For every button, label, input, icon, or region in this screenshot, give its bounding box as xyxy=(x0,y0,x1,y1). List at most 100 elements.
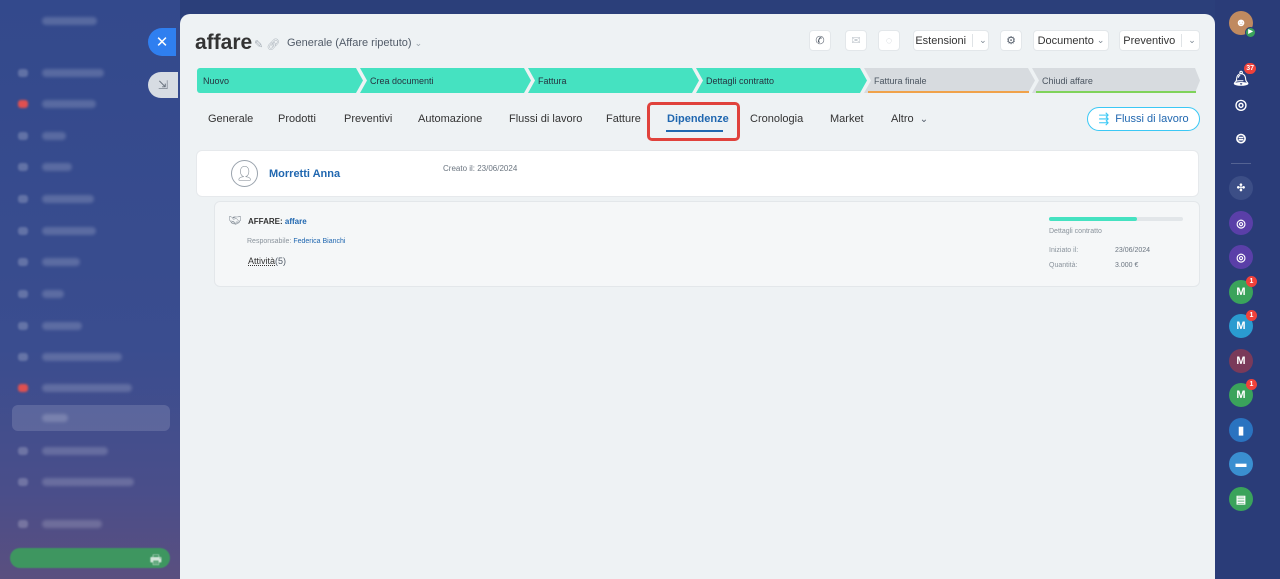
activities-link[interactable]: Attività xyxy=(248,256,275,266)
unread-badge: 1 xyxy=(1246,379,1257,390)
unread-badge: 1 xyxy=(1246,310,1257,321)
sidebar-item[interactable] xyxy=(42,69,104,77)
pipeline-label: Generale (Affare ripetuto) xyxy=(287,37,412,49)
chat-avatar[interactable]: M1 xyxy=(1229,310,1257,338)
sidebar-icon xyxy=(18,69,28,77)
tab-cronologia[interactable]: Cronologia xyxy=(750,113,803,125)
sidebar-item[interactable] xyxy=(42,520,102,528)
sidebar-item[interactable] xyxy=(42,478,134,486)
pipeline-selector[interactable]: Generale (Affare ripetuto) ⌄ xyxy=(287,37,422,49)
sidebar-item[interactable] xyxy=(42,322,82,330)
edit-icon[interactable]: ✎ xyxy=(254,39,263,51)
sidebar-item-active[interactable] xyxy=(12,405,170,431)
tab-market[interactable]: Market xyxy=(830,113,864,125)
notifications-button[interactable]: 🔔︎ 37 xyxy=(1229,63,1256,90)
sidebar-logo xyxy=(42,17,97,25)
document-button[interactable]: Documento ⌄ xyxy=(1033,30,1109,51)
tab-altro[interactable]: Altro ⌄ xyxy=(891,113,928,125)
sidebar-icon xyxy=(18,447,28,455)
deal-panel: affare ✎ 🔗︎ Generale (Affare ripetuto) ⌄… xyxy=(180,14,1215,579)
channel-avatar[interactable]: ◎ xyxy=(1229,245,1253,269)
stage-nuovo[interactable]: Nuovo xyxy=(197,68,363,93)
chevron-down-icon: ⌄ xyxy=(1096,35,1105,45)
sidebar-status-pill[interactable]: 🖶 xyxy=(10,548,170,568)
copilot-button[interactable]: ◎ xyxy=(1229,92,1253,116)
sidebar-item[interactable] xyxy=(42,353,122,361)
sidebar-item[interactable] xyxy=(42,195,94,203)
channel-avatar[interactable]: ◎ xyxy=(1229,211,1253,235)
quote-button[interactable]: Preventivo ⌄ xyxy=(1119,30,1200,51)
close-button[interactable]: ✕ xyxy=(148,28,176,56)
tab-prodotti[interactable]: Prodotti xyxy=(278,113,316,125)
messages-button[interactable]: ▬ xyxy=(1229,452,1253,476)
responsible-link[interactable]: Federica Bianchi xyxy=(293,238,345,245)
sidebar-item[interactable] xyxy=(42,132,66,140)
chat-avatar-letter: M xyxy=(1236,320,1246,332)
chevron-down-icon: ⌄ xyxy=(414,38,423,48)
sidebar-icon xyxy=(18,227,28,235)
stage-label: Fattura xyxy=(538,75,567,86)
sidebar-item[interactable] xyxy=(42,163,72,171)
stage-crea-documenti[interactable]: Crea documenti xyxy=(360,68,531,93)
responsible-label: Responsabile: xyxy=(247,238,292,245)
copilot-icon: ◎ xyxy=(1236,217,1246,230)
related-deal-title: AFFARE: affare xyxy=(248,217,307,226)
email-button[interactable]: ✉ xyxy=(845,30,867,51)
activities-count: (5) xyxy=(275,256,287,266)
stage-fattura-finale[interactable]: Fattura finale xyxy=(864,68,1035,93)
call-button[interactable]: ✆ xyxy=(809,30,831,51)
sidebar-item[interactable] xyxy=(42,258,80,266)
tab-flussi-di-lavoro[interactable]: Flussi di lavoro xyxy=(509,113,582,125)
chat-avatar[interactable]: M xyxy=(1229,349,1253,373)
workflows-button[interactable]: ⇶ Flussi di lavoro xyxy=(1087,107,1200,131)
settings-button[interactable]: ⚙ xyxy=(1000,30,1022,51)
stage-dettagli-contratto[interactable]: Dettagli contratto xyxy=(696,68,867,93)
tab-generale[interactable]: Generale xyxy=(208,113,253,125)
page-title: affare xyxy=(195,31,253,54)
chat-icon: ◌ xyxy=(885,34,893,47)
stage-chiudi-affare[interactable]: Chiudi affare xyxy=(1032,68,1200,93)
stage-label: Dettagli contratto xyxy=(706,75,775,86)
sidebar-item[interactable] xyxy=(42,100,96,108)
sidebar-item[interactable] xyxy=(42,384,132,392)
deal-link[interactable]: affare xyxy=(285,217,307,226)
sidebar-icon xyxy=(18,520,28,528)
sidebar-item[interactable] xyxy=(42,290,64,298)
sidebar-item[interactable] xyxy=(42,227,96,235)
tab-preventivi[interactable]: Preventivi xyxy=(344,113,392,125)
search-chats-button[interactable]: ⊜ xyxy=(1229,126,1253,150)
chat-avatar-letter: M xyxy=(1236,355,1246,367)
play-icon: ▶ xyxy=(1245,27,1256,38)
chat-button[interactable]: ◌ xyxy=(878,30,900,51)
group-avatar[interactable]: ✣ xyxy=(1229,176,1253,200)
link-icon[interactable]: 🔗︎ xyxy=(266,39,280,51)
notes-button[interactable]: ▤ xyxy=(1229,487,1253,511)
created-date: Creato il: 23/06/2024 xyxy=(443,164,518,173)
sidebar-icon xyxy=(18,132,28,140)
close-icon: ✕ xyxy=(155,34,169,51)
sidebar-item xyxy=(42,414,68,422)
activities-line[interactable]: Attività(5) xyxy=(248,256,286,266)
chat-avatar[interactable]: M1 xyxy=(1229,379,1257,407)
sidebar-icon xyxy=(18,353,28,361)
bookmarks-button[interactable]: ▮ xyxy=(1229,418,1253,442)
note-icon: ▤ xyxy=(1235,493,1247,506)
tab-automazione[interactable]: Automazione xyxy=(418,113,482,125)
stage-label: Chiudi affare xyxy=(1042,75,1093,86)
stage-fattura[interactable]: Fattura xyxy=(528,68,699,93)
unread-badge: 1 xyxy=(1246,276,1257,287)
minimize-button[interactable]: ⇲ xyxy=(148,72,178,98)
user-avatar[interactable]: ☻ ▶ xyxy=(1229,11,1256,38)
stage-progress-fill xyxy=(1049,217,1138,221)
sidebar-item[interactable] xyxy=(42,447,108,455)
contact-card: 👤︎ Morretti Anna Creato il: 23/06/2024 xyxy=(196,150,1199,197)
chat-avatar-letter: M xyxy=(1236,389,1246,401)
tab-fatture[interactable]: Fatture xyxy=(606,113,641,125)
chat-avatar-letter: M xyxy=(1236,286,1246,298)
amount-label: Quantità: xyxy=(1049,262,1078,269)
chat-avatar[interactable]: M1 xyxy=(1229,276,1257,304)
contact-name-link[interactable]: Morretti Anna xyxy=(269,168,340,180)
extensions-label: Estensioni xyxy=(915,34,967,47)
amount-value: 3.000 € xyxy=(1115,262,1139,269)
extensions-button[interactable]: Estensioni ⌄ xyxy=(913,30,989,51)
